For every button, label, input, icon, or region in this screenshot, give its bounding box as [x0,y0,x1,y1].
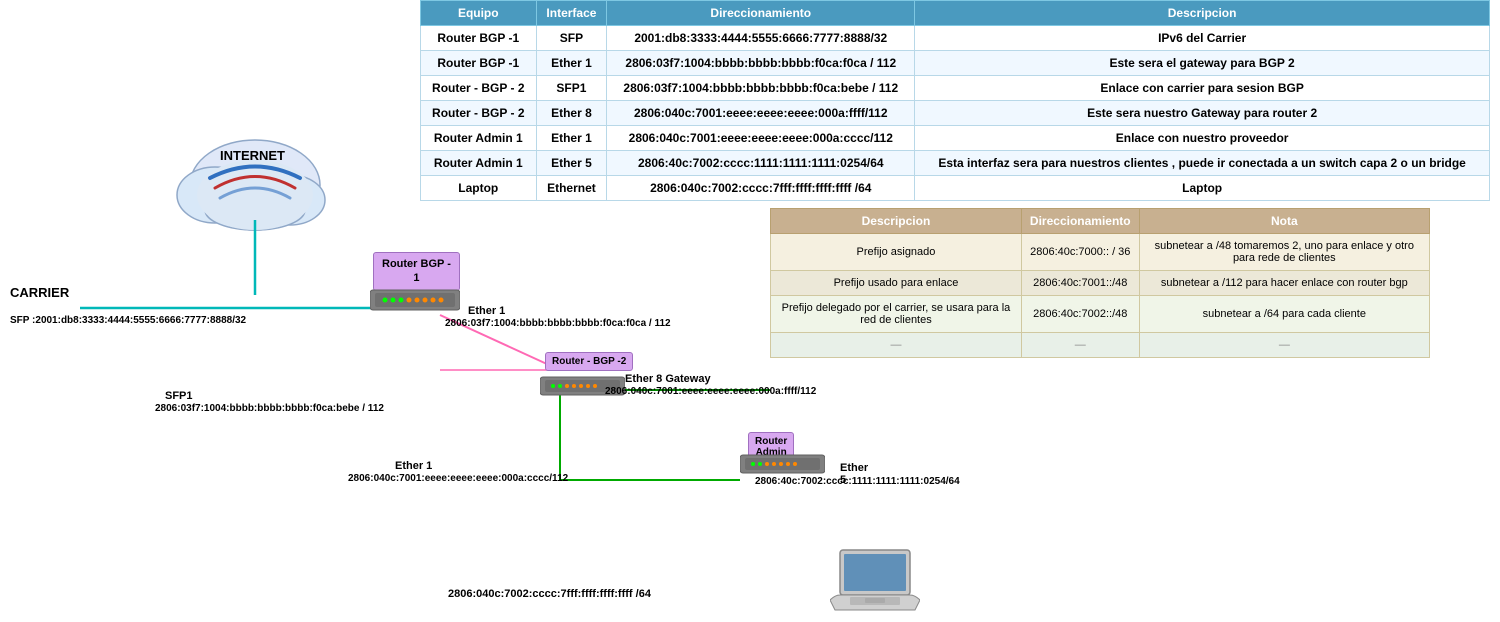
col2-header-direccionamiento: Direccionamiento [1021,209,1139,234]
internet-label: INTERNET [220,148,285,163]
ether8-iface-label: Ether 8 Gateway [625,373,711,385]
cell-descripcion: Enlace con nuestro proveedor [915,126,1490,151]
router-bgp1-device [370,285,460,315]
sfp1-iface-label: SFP1 [165,390,193,402]
ether1-bgp1-iface-label: Ether 1 [468,305,505,317]
table-row: Prefijo usado para enlace 2806:40c:7001:… [771,271,1430,296]
cell-descripcion: Este sera el gateway para BGP 2 [915,51,1490,76]
table-row: — — — [771,333,1430,358]
ether8-addr-label: 2806:040c:7001:eeee:eeee:eeee:000a:ffff/… [605,386,816,397]
laptop-addr-label: 2806:040c:7002:cccc:7fff:ffff:ffff:ffff … [448,588,651,600]
table-row: Prefijo delegado por el carrier, se usar… [771,296,1430,333]
cell2-direccionamiento: 2806:40c:7002::/48 [1021,296,1139,333]
col-header-descripcion: Descripcion [915,1,1490,26]
cell2-descripcion: — [771,333,1022,358]
router-bgp2-label: Router - BGP -2 [545,352,633,371]
carrier-label: CARRIER [10,285,69,300]
table-row: Prefijo asignado 2806:40c:7000:: / 36 su… [771,234,1430,271]
ether1-admin-addr-label: 2806:040c:7001:eeee:eeee:eeee:000a:cccc/… [348,473,568,484]
cell-descripcion: Esta interfaz sera para nuestros cliente… [915,151,1490,176]
cell-descripcion: Este sera nuestro Gateway para router 2 [915,101,1490,126]
router-bgp1-text: Router BGP -1 [382,258,451,284]
cell2-descripcion: Prefijo usado para enlace [771,271,1022,296]
ether1-bgp1-addr-label: 2806:03f7:1004:bbbb:bbbb:bbbb:f0ca:f0ca … [445,318,671,329]
cell2-nota: subnetear a /64 para cada cliente [1139,296,1429,333]
cell2-nota: subnetear a /48 tomaremos 2, uno para en… [1139,234,1429,271]
cell-descripcion: Laptop [915,176,1490,201]
cell2-descripcion: Prefijo delegado por el carrier, se usar… [771,296,1022,333]
cell2-descripcion: Prefijo asignado [771,234,1022,271]
cell2-nota: subnetear a /112 para hacer enlace con r… [1139,271,1429,296]
cell2-direccionamiento: — [1021,333,1139,358]
col2-header-nota: Nota [1139,209,1429,234]
laptop-icon [830,545,920,615]
router-admin1-device [740,452,825,477]
cell2-direccionamiento: 2806:40c:7001::/48 [1021,271,1139,296]
cell-descripcion: Enlace con carrier para sesion BGP [915,76,1490,101]
cell2-nota: — [1139,333,1429,358]
cell-descripcion: IPv6 del Carrier [915,26,1490,51]
second-table: Descripcion Direccionamiento Nota Prefij… [770,208,1430,358]
network-diagram: INTERNET CARRIER SFP :2001:db8:3333:4444… [0,0,770,622]
cell2-direccionamiento: 2806:40c:7000:: / 36 [1021,234,1139,271]
second-table-section: Descripcion Direccionamiento Nota Prefij… [770,208,1430,358]
sfp1-addr-label: 2806:03f7:1004:bbbb:bbbb:bbbb:f0ca:bebe … [155,403,384,414]
ether5-admin-addr-label: 2806:40c:7002:cccc:1111:1111:1111:0254/6… [755,476,960,487]
ether1-admin-iface-label: Ether 1 [395,460,432,472]
sfp-address-label: SFP :2001:db8:3333:4444:5555:6666:7777:8… [10,315,246,326]
col2-header-descripcion: Descripcion [771,209,1022,234]
